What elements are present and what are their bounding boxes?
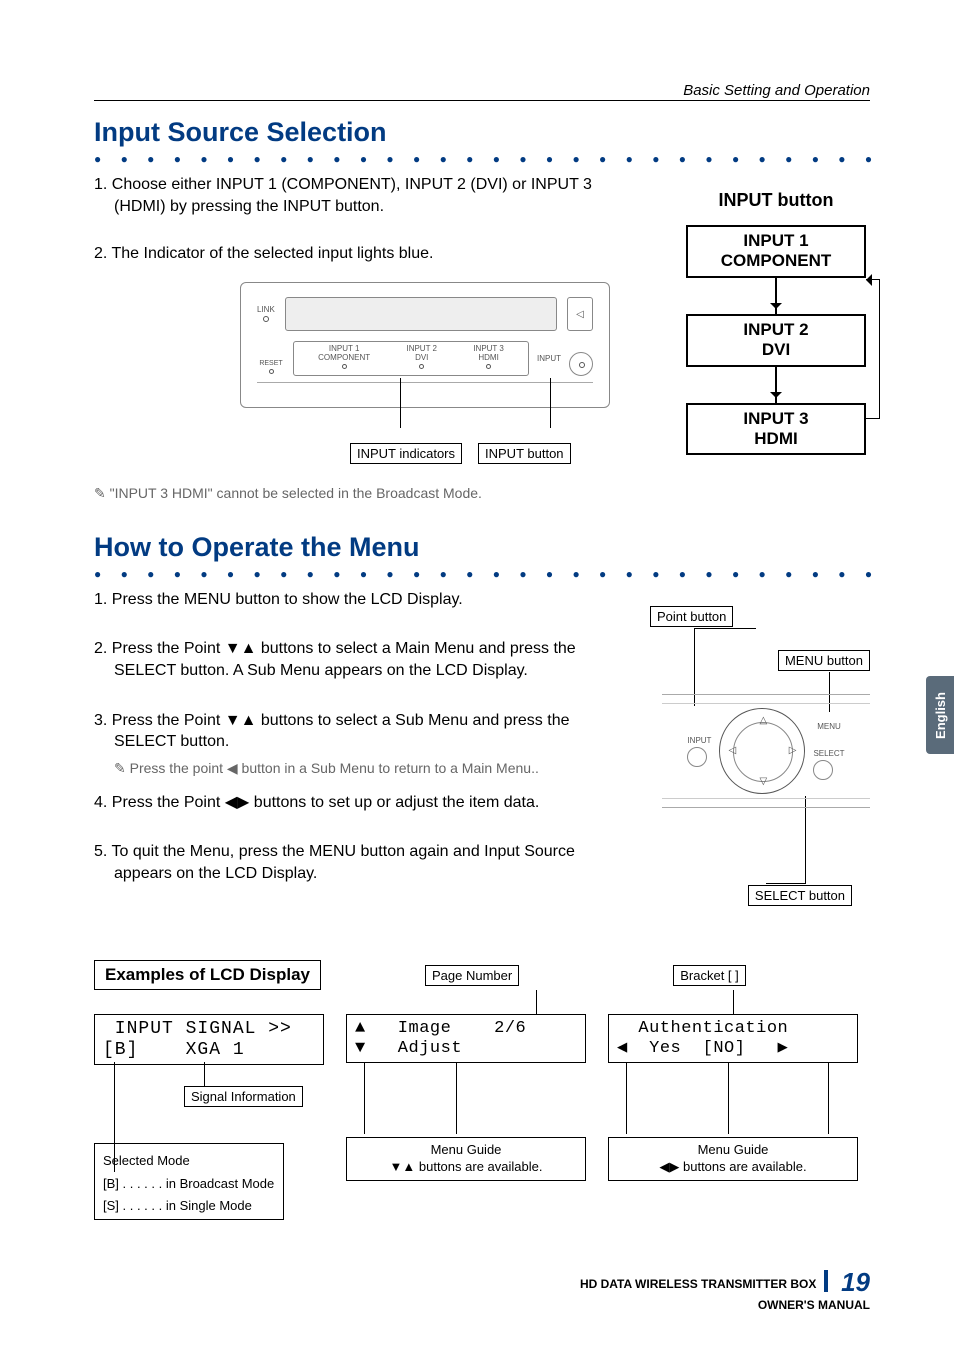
input-box-3-l1: INPUT 3	[694, 409, 858, 429]
s2-step5: 5. To quit the Menu, press the MENU butt…	[94, 841, 634, 884]
ind-in2-top: INPUT 2	[406, 344, 437, 353]
callout-bracket: Bracket [ ]	[673, 965, 746, 986]
input-button-heading: INPUT button	[686, 190, 866, 211]
panel-input-label: INPUT	[537, 354, 561, 363]
lcd-example-2: ▲ Image 2/6 ▼ Adjust	[346, 1014, 586, 1063]
dpad-select-btn	[813, 760, 833, 780]
panel-diagram: LINK ◁ RESET INPUT 1COMPONENT INPUT 2DVI…	[240, 282, 610, 452]
loop-arrow	[866, 279, 880, 419]
menu-guide-box-2: Menu Guide ◀▶ buttons are available.	[608, 1137, 858, 1181]
menu-guide-2-text: ◀▶ buttons are available.	[659, 1159, 806, 1174]
panel-input-button	[569, 352, 593, 376]
lcd3-l1: Authentication	[617, 1019, 788, 1038]
callout-input-indicators: INPUT indicators	[350, 443, 462, 464]
ind-in2-bot: DVI	[406, 353, 437, 362]
ind-in1-top: INPUT 1	[318, 344, 370, 353]
menu-guide-1-title: Menu Guide	[355, 1142, 577, 1159]
section1-title: Input Source Selection	[94, 117, 874, 148]
ind-in3-top: INPUT 3	[473, 344, 504, 353]
top-rule	[94, 100, 870, 101]
dpad-input-btn	[687, 747, 707, 767]
callout-select-button: SELECT button	[748, 885, 852, 906]
callout-point-button: Point button	[650, 606, 733, 627]
footer-line2: OWNER'S MANUAL	[758, 1298, 870, 1312]
mode-s: [S] . . . . . . in Single Mode	[103, 1197, 275, 1215]
dot-rule-1: ● ● ● ● ● ● ● ● ● ● ● ● ● ● ● ● ● ● ● ● …	[94, 152, 874, 166]
dpad-menu-label: MENU	[813, 722, 844, 731]
lcd3-l2: ◀ Yes [NO] ▶	[617, 1039, 788, 1058]
s2-step2: 2. Press the Point ▼▲ buttons to select …	[94, 638, 634, 681]
panel-link-label: LINK	[257, 305, 275, 314]
input-box-3-l2: HDMI	[694, 429, 858, 449]
s2-step3: 3. Press the Point ▼▲ buttons to select …	[94, 710, 634, 753]
input-box-2: INPUT 2 DVI	[686, 314, 866, 367]
language-tab: English	[926, 676, 954, 754]
input-box-1-l1: INPUT 1	[694, 231, 858, 251]
s1-note: "INPUT 3 HDMI" cannot be selected in the…	[94, 485, 874, 502]
lcd-example-1: INPUT SIGNAL >> [B] XGA 1	[94, 1014, 324, 1065]
s1-step2: 2. The Indicator of the selected input l…	[94, 243, 634, 265]
input-box-2-l1: INPUT 2	[694, 320, 858, 340]
lcd1-l2: [B] XGA 1	[103, 1040, 245, 1060]
dpad-select-label: SELECT	[813, 749, 844, 758]
selected-mode-title: Selected Mode	[103, 1152, 275, 1170]
menu-diagram: Point button MENU button SELECT button I…	[640, 606, 870, 906]
examples-section: Examples of LCD Display Page Number Brac…	[94, 960, 870, 1220]
callout-signal-info: Signal Information	[184, 1086, 303, 1107]
section2-title: How to Operate the Menu	[94, 532, 874, 563]
examples-title: Examples of LCD Display	[94, 960, 321, 990]
panel-reset-label: RESET	[257, 360, 285, 367]
lcd2-l2: ▼ Adjust	[355, 1039, 462, 1058]
callout-menu-button: MENU button	[778, 650, 870, 671]
ind-in1-bot: COMPONENT	[318, 353, 370, 362]
footer-line1: HD DATA WIRELESS TRANSMITTER BOX	[580, 1277, 816, 1291]
dot-rule-2: ● ● ● ● ● ● ● ● ● ● ● ● ● ● ● ● ● ● ● ● …	[94, 567, 874, 581]
input-box-3: INPUT 3 HDMI	[686, 403, 866, 456]
input-indicator-group: INPUT 1COMPONENT INPUT 2DVI INPUT 3HDMI	[293, 341, 529, 376]
lcd2-l1: ▲ Image 2/6	[355, 1019, 526, 1038]
arrow-2	[775, 367, 777, 403]
s2-step1: 1. Press the MENU button to show the LCD…	[94, 589, 634, 611]
menu-guide-box-1: Menu Guide ▼▲ buttons are available.	[346, 1137, 586, 1181]
s1-step1: 1. Choose either INPUT 1 (COMPONENT), IN…	[94, 174, 634, 217]
input-box-1-l2: COMPONENT	[694, 251, 858, 271]
header-section: Basic Setting and Operation	[683, 82, 870, 99]
s2-step4: 4. Press the Point ◀▶ buttons to set up …	[94, 792, 634, 814]
ind-in3-bot: HDMI	[473, 353, 504, 362]
lcd1-l1: INPUT SIGNAL >>	[103, 1019, 292, 1039]
lcd-example-3: Authentication ◀ Yes [NO] ▶	[608, 1014, 858, 1063]
footer: HD DATA WIRELESS TRANSMITTER BOX 19 OWNE…	[580, 1267, 870, 1312]
input-button-column: INPUT button INPUT 1 COMPONENT INPUT 2 D…	[686, 190, 866, 455]
callout-input-button: INPUT button	[478, 443, 571, 464]
menu-guide-2-title: Menu Guide	[617, 1142, 849, 1159]
input-box-2-l2: DVI	[694, 340, 858, 360]
dpad: △▽ ◁▷	[719, 708, 805, 794]
dpad-input-label: INPUT	[687, 736, 711, 745]
callout-page-number: Page Number	[425, 965, 519, 986]
mode-b: [B] . . . . . . in Broadcast Mode	[103, 1175, 275, 1193]
input-box-1: INPUT 1 COMPONENT	[686, 225, 866, 278]
footer-page-number: 19	[841, 1267, 870, 1297]
menu-guide-1-text: ▼▲ buttons are available.	[390, 1159, 543, 1174]
panel-tri-btn: ◁	[567, 297, 593, 331]
panel-lcd	[285, 297, 557, 331]
arrow-1	[775, 278, 777, 314]
